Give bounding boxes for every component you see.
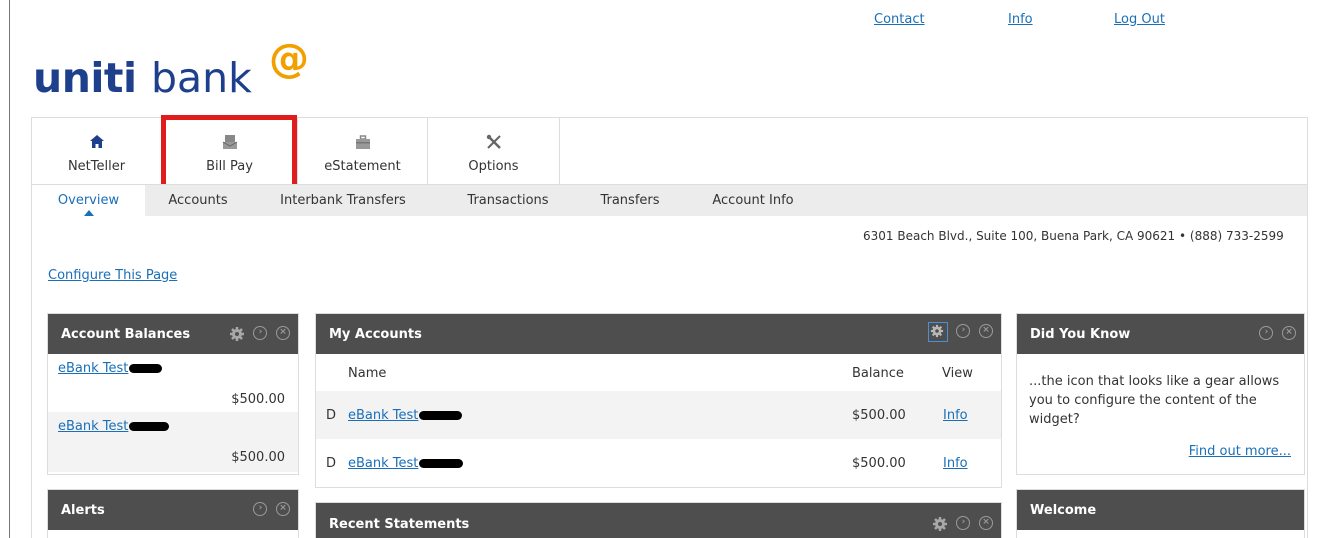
account-link[interactable]: eBank Test [348,408,418,423]
my-accounts-controls: › × [927,322,993,342]
subtab-overview[interactable]: Overview [32,185,145,216]
alerts-header: Alerts › × [48,490,298,530]
bill-pay-icon [162,134,297,150]
configure-page-link[interactable]: Configure This Page [48,268,177,283]
account-link[interactable]: eBank Test [348,456,418,471]
logo-word-light: bank [151,54,252,102]
logo-at-mark: @ [269,36,309,82]
tab-bill-pay[interactable]: Bill Pay [162,118,298,185]
tab-netteller[interactable]: NetTeller [32,118,162,185]
did-you-know-widget: Did You Know › × ...the icon that looks … [1016,313,1305,475]
redaction-mark [129,422,170,431]
subtab-accounts[interactable]: Accounts [158,185,238,216]
welcome-header: Welcome [1017,490,1304,530]
account-balances-widget: Account Balances › × eBank Test $500.00 … [47,313,299,475]
arrow-right-icon[interactable]: › [253,502,268,516]
close-icon[interactable]: × [276,502,290,516]
tab-options-label: Options [468,159,519,174]
account-link[interactable]: eBank Test [58,419,128,434]
did-you-know-header: Did You Know › × [1017,314,1304,354]
table-header: Name Balance View [316,354,1001,390]
logout-link[interactable]: Log Out [1114,12,1165,27]
subtab-interbank-transfers[interactable]: Interbank Transfers [268,185,418,216]
alerts-title: Alerts [61,503,105,518]
account-balance: $500.00 [852,408,906,423]
subtab-overview-label: Overview [57,193,120,208]
tab-estatement[interactable]: eStatement [298,118,428,185]
briefcase-icon [298,134,427,150]
table-row: D eBank Test $500.00 Info [316,439,1001,487]
did-you-know-text: ...the icon that looks like a gear allow… [1029,374,1280,427]
info-link[interactable]: Info [943,408,968,423]
account-link[interactable]: eBank Test [58,361,128,376]
did-you-know-controls: › × [1255,326,1296,342]
balance-row: eBank Test $500.00 [48,412,298,472]
my-accounts-header: My Accounts › × [316,314,1001,354]
account-balances-header: Account Balances › × [48,314,298,354]
tab-netteller-label: NetTeller [67,159,126,174]
did-you-know-title: Did You Know [1030,327,1131,342]
gear-icon[interactable] [927,322,948,342]
arrow-right-icon[interactable]: › [956,324,971,338]
alerts-controls: › × [249,502,290,518]
column-balance: Balance [852,366,904,381]
recent-statements-header: Recent Statements › × [316,503,1001,538]
tab-bill-pay-label: Bill Pay [206,159,253,174]
account-balances-title: Account Balances [61,327,191,342]
bank-address: 6301 Beach Blvd., Suite 100, Buena Park,… [863,229,1284,243]
welcome-title: Welcome [1030,503,1097,518]
my-accounts-title: My Accounts [329,327,422,342]
close-icon[interactable]: × [1282,326,1296,340]
sub-nav: Overview Accounts Interbank Transfers Tr… [31,184,1308,217]
account-type: D [326,456,337,471]
close-icon[interactable]: × [979,324,993,338]
arrow-right-icon[interactable]: › [956,516,971,530]
tab-estatement-label: eStatement [324,159,401,174]
tools-icon [428,134,559,150]
arrow-right-icon[interactable]: › [253,326,268,340]
recent-statements-controls: › × [932,516,993,532]
close-icon[interactable]: × [979,516,993,530]
info-link[interactable]: Info [1008,12,1033,27]
logo-word-bold: uniti [33,54,137,102]
close-icon[interactable]: × [276,326,290,340]
subtab-account-info[interactable]: Account Info [700,185,806,216]
redaction-mark [129,364,163,373]
column-name: Name [348,366,387,381]
tab-options[interactable]: Options [428,118,560,185]
account-balance: $500.00 [852,456,906,471]
find-out-more-link[interactable]: Find out more... [1189,444,1291,459]
welcome-widget: Welcome [1016,489,1305,538]
balance-row: eBank Test $500.00 [48,354,298,414]
redaction-mark [419,411,463,420]
redaction-mark [419,459,464,468]
account-type: D [326,408,337,423]
account-balances-controls: › × [229,326,290,342]
info-link[interactable]: Info [943,456,968,471]
account-amount: $500.00 [231,392,285,407]
account-amount: $500.00 [231,450,285,465]
subtab-transactions[interactable]: Transactions [450,185,566,216]
recent-statements-title: Recent Statements [329,517,470,532]
table-row: D eBank Test $500.00 Info [316,391,1001,439]
gear-icon[interactable] [932,516,948,532]
alerts-widget: Alerts › × [47,489,299,538]
contact-link[interactable]: Contact [874,12,925,27]
main-nav: NetTeller Bill Pay eStatement Options [31,117,1308,185]
my-accounts-widget: My Accounts › × Name Balance View D eBan… [315,313,1002,488]
gear-icon[interactable] [229,326,245,342]
home-icon [32,134,161,150]
arrow-right-icon[interactable]: › [1259,326,1274,340]
subtab-transfers[interactable]: Transfers [585,185,675,216]
page-edge [9,0,10,538]
column-view: View [942,366,973,381]
recent-statements-widget: Recent Statements › × [315,502,1002,538]
